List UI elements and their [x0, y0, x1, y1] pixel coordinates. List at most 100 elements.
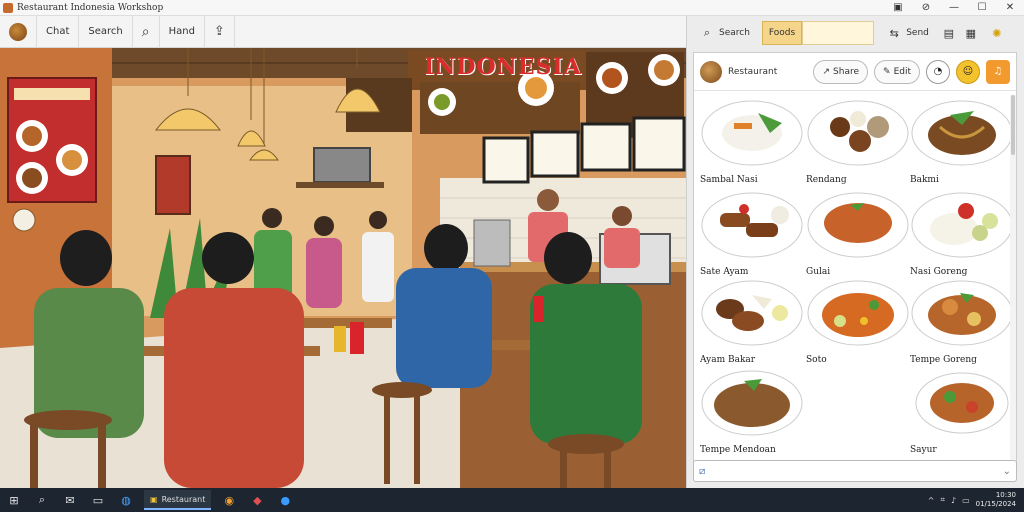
clock[interactable]: 10:30 01/15/2024 [976, 491, 1016, 509]
food-item[interactable]: Tempe Goreng [910, 277, 1014, 365]
tab-foods[interactable]: Foods [761, 21, 803, 45]
pin-icon[interactable]: ▣ [884, 2, 912, 13]
chat-icon[interactable]: ✉ [56, 488, 84, 512]
toolbar-share-button[interactable]: ⇪ [205, 15, 235, 48]
food-name: Bakmi [910, 175, 939, 185]
chat-label: Chat [46, 26, 70, 37]
edge-icon[interactable]: ◍ [112, 488, 140, 512]
hand-label: Hand [168, 26, 195, 37]
share-button[interactable]: ↗ Share [813, 59, 869, 84]
restaurant-logo [700, 60, 722, 83]
share-icon: ⇪ [213, 24, 225, 39]
puzzle-icon[interactable]: ✺ [989, 25, 1005, 41]
food-name: Sate Ayam [700, 267, 749, 277]
card-header: Restaurant ↗ Share ✎ Edit ◔ ☺ ♫ [694, 53, 1016, 91]
food-name: Gulai [806, 267, 831, 277]
search-icon: ⌕ [703, 26, 711, 39]
plate-image [701, 370, 803, 436]
minimize-button[interactable]: — [940, 2, 968, 13]
clock-time: 10:30 [995, 491, 1016, 499]
plate-image [701, 192, 803, 258]
edit-label: Edit [893, 66, 911, 77]
restaurant-illustration: INDONESIA [0, 48, 686, 488]
toolbar-search-button[interactable]: ⌕ [133, 15, 160, 48]
search-bar-icon: ⧄ [699, 465, 706, 477]
smile-button[interactable]: ☺ [956, 59, 980, 84]
food-item[interactable]: Ayam Bakar [700, 277, 804, 365]
toolbar-chat-button[interactable]: Chat [37, 15, 80, 48]
window-title: Restaurant Indonesia Workshop [17, 2, 164, 13]
restaurant-sign: INDONESIA [424, 54, 582, 80]
scrollbar-thumb[interactable] [1011, 95, 1015, 155]
food-item[interactable]: Nasi Goreng [910, 189, 1014, 277]
food-name: Soto [806, 355, 827, 365]
settings-icon[interactable]: ⊘ [912, 2, 940, 13]
smile-icon: ☺ [962, 66, 974, 77]
food-item[interactable]: Tempe Mendoan [700, 367, 804, 455]
main-toolbar: Chat Search ⌕ Hand ⇪ [0, 15, 686, 48]
food-item[interactable]: Sayur [910, 367, 1014, 455]
chevron-down-icon[interactable]: ⌄ [1003, 466, 1011, 477]
system-tray: ^ ⌗ ♪ ▭ 10:30 01/15/2024 [928, 491, 1024, 509]
close-button[interactable]: ✕ [996, 2, 1024, 13]
food-item[interactable]: Sate Ayam [700, 189, 804, 277]
app-blue-icon[interactable]: ● [271, 488, 299, 512]
card-header-label: Restaurant [728, 66, 778, 77]
toolbar-food-button[interactable] [0, 15, 37, 48]
task-view-icon[interactable]: ▭ [84, 488, 112, 512]
restore-button[interactable]: ☐ [968, 2, 996, 13]
food-name: Ayam Bakar [700, 355, 756, 365]
send-button[interactable]: ⇆ Send [880, 21, 935, 45]
food-name: Tempe Goreng [910, 355, 977, 365]
search-icon[interactable]: ⌕ [28, 488, 56, 512]
tab-empty-field[interactable] [802, 21, 875, 45]
title-bar: Restaurant Indonesia Workshop ▣ ⊘ — ☐ ✕ [0, 0, 1024, 16]
plate-image [807, 280, 909, 346]
network-icon[interactable]: ⌗ [940, 495, 945, 505]
food-name: Rendang [806, 175, 847, 185]
store-icon[interactable]: ◆ [243, 488, 271, 512]
tab-search-label: Search [719, 28, 750, 38]
taskbar-app-label: Restaurant [161, 494, 206, 504]
food-item[interactable]: Bakmi [910, 97, 1014, 185]
food-icon [9, 22, 27, 41]
tab-search[interactable]: ⌕ Search [693, 21, 756, 45]
search-label: Search [88, 26, 123, 37]
clock-icon: ◔ [933, 66, 943, 77]
taskbar-active-app[interactable]: ▣ Restaurant [144, 490, 212, 510]
taskbar: ⊞ ⌕ ✉ ▭ ◍ ▣ Restaurant ◉ ◆ ● ^ ⌗ ♪ ▭ 10:… [0, 488, 1024, 512]
plate-image [911, 100, 1013, 166]
send-label: Send [906, 28, 929, 38]
toolbar-search-tab[interactable]: Search [79, 15, 133, 48]
toolbar-hand-button[interactable]: Hand [160, 15, 205, 48]
bell-button[interactable]: ♫ [986, 59, 1010, 84]
food-item[interactable]: Rendang [806, 97, 910, 185]
calculator-icon[interactable]: ▤ [941, 25, 957, 41]
start-button[interactable]: ⊞ [0, 488, 28, 512]
app-icon [3, 2, 13, 13]
food-scrollbar[interactable] [1010, 95, 1016, 465]
chrome-icon[interactable]: ◉ [215, 488, 243, 512]
food-name: Sambal Nasi [700, 175, 758, 185]
food-name: Nasi Goreng [910, 267, 968, 277]
share-icon: ↗ [822, 66, 831, 77]
send-icon: ⇆ [889, 26, 899, 40]
edit-icon: ✎ [883, 66, 891, 77]
clock-date: 01/15/2024 [975, 500, 1016, 508]
timer-button[interactable]: ◔ [926, 59, 950, 84]
battery-icon[interactable]: ▭ [962, 496, 970, 505]
grid-icon[interactable]: ▦ [963, 25, 979, 41]
tab-foods-label: Foods [768, 28, 796, 38]
food-item[interactable]: Gulai [806, 189, 910, 277]
chevron-up-icon[interactable]: ^ [928, 496, 935, 505]
plate-image [701, 100, 803, 166]
panel-search-bar[interactable]: ⧄ ⌄ [693, 460, 1017, 482]
food-item[interactable]: Soto [806, 277, 910, 365]
edit-button[interactable]: ✎ Edit [874, 59, 920, 84]
bell-icon: ♫ [993, 66, 1003, 77]
plate-image [911, 192, 1013, 258]
plate-image [915, 372, 1009, 434]
plate-image [701, 280, 803, 346]
food-item[interactable]: Sambal Nasi [700, 97, 804, 185]
volume-icon[interactable]: ♪ [951, 496, 956, 505]
